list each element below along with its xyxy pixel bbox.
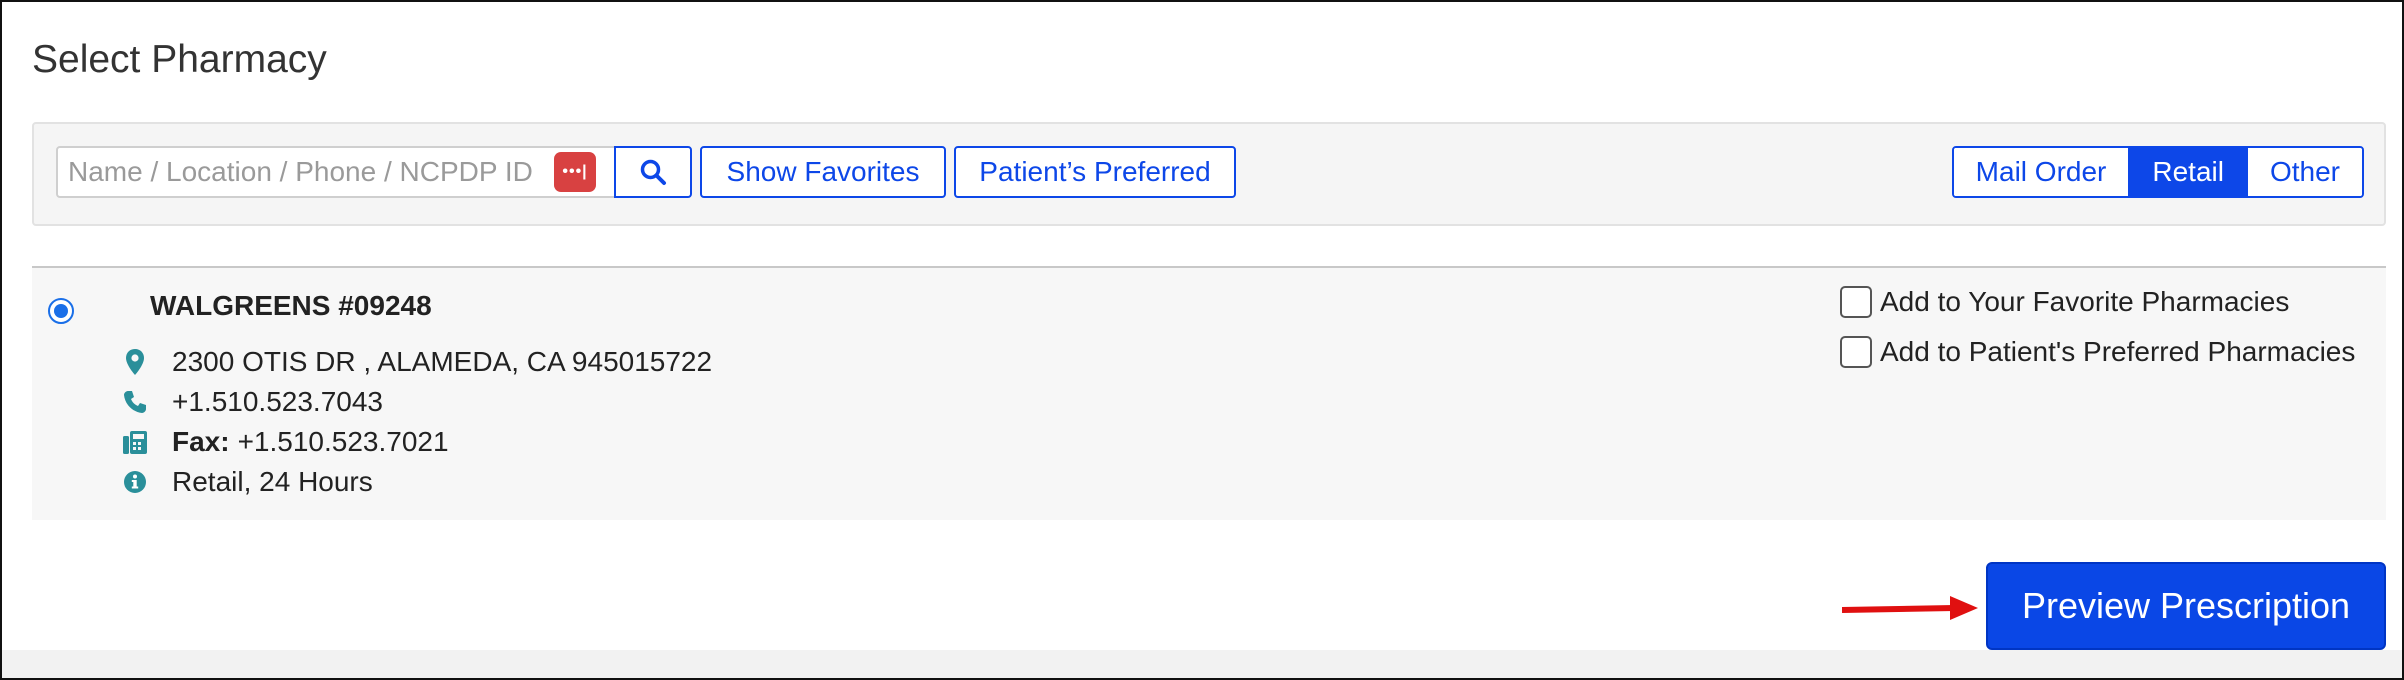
add-preferred-option[interactable]: Add to Patient's Preferred Pharmacies [1840, 336, 2355, 368]
pharmacy-info-row: Retail, 24 Hours [118, 466, 373, 498]
add-favorite-label: Add to Your Favorite Pharmacies [1880, 286, 2290, 317]
add-preferred-checkbox[interactable] [1840, 336, 1872, 368]
page-title: Select Pharmacy [32, 38, 327, 81]
add-favorite-option[interactable]: Add to Your Favorite Pharmacies [1840, 286, 2289, 318]
map-marker-icon [118, 348, 152, 376]
show-favorites-button[interactable]: Show Favorites [700, 146, 946, 198]
search-toolbar: •••| Show Favorites Patient’s Preferred … [32, 122, 2386, 226]
info-icon [118, 470, 152, 494]
bottom-strip [2, 650, 2402, 678]
pharmacy-result: WALGREENS #09248 2300 OTIS DR , ALAMEDA,… [32, 268, 2386, 520]
filter-other[interactable]: Other [2247, 148, 2362, 196]
search-button[interactable] [614, 146, 692, 198]
pharmacy-select-radio[interactable] [48, 298, 74, 324]
pharmacy-address: 2300 OTIS DR , ALAMEDA, CA 945015722 [172, 346, 713, 377]
filter-mail-order[interactable]: Mail Order [1953, 148, 2131, 196]
red-arrow-icon [1842, 596, 1978, 620]
pharmacy-type-filter: Mail Order Retail Other [1951, 146, 2364, 198]
fax-icon [118, 428, 152, 456]
add-favorite-checkbox[interactable] [1840, 286, 1872, 318]
pharmacy-phone-row: +1.510.523.7043 [118, 386, 383, 418]
pharmacy-name: WALGREENS #09248 [150, 290, 432, 321]
patients-preferred-button[interactable]: Patient’s Preferred [954, 146, 1236, 198]
app-frame: Select Pharmacy •••| Show Favorites Pati… [0, 0, 2404, 680]
add-preferred-label: Add to Patient's Preferred Pharmacies [1880, 336, 2356, 367]
preview-prescription-button[interactable]: Preview Prescription [1986, 562, 2386, 650]
search-icon [640, 159, 666, 185]
pharmacy-address-row: 2300 OTIS DR , ALAMEDA, CA 945015722 [118, 346, 712, 378]
pharmacy-fax-row: Fax: +1.510.523.7021 [118, 426, 449, 458]
fax-label: Fax: [172, 426, 230, 457]
pharmacy-phone: +1.510.523.7043 [172, 386, 383, 417]
password-manager-icon[interactable]: •••| [554, 152, 596, 192]
pharmacy-fax: +1.510.523.7021 [237, 426, 449, 457]
pharmacy-info: Retail, 24 Hours [172, 466, 373, 497]
filter-retail[interactable]: Retail [2130, 148, 2248, 196]
phone-icon [118, 389, 152, 415]
search-input[interactable] [56, 146, 628, 198]
